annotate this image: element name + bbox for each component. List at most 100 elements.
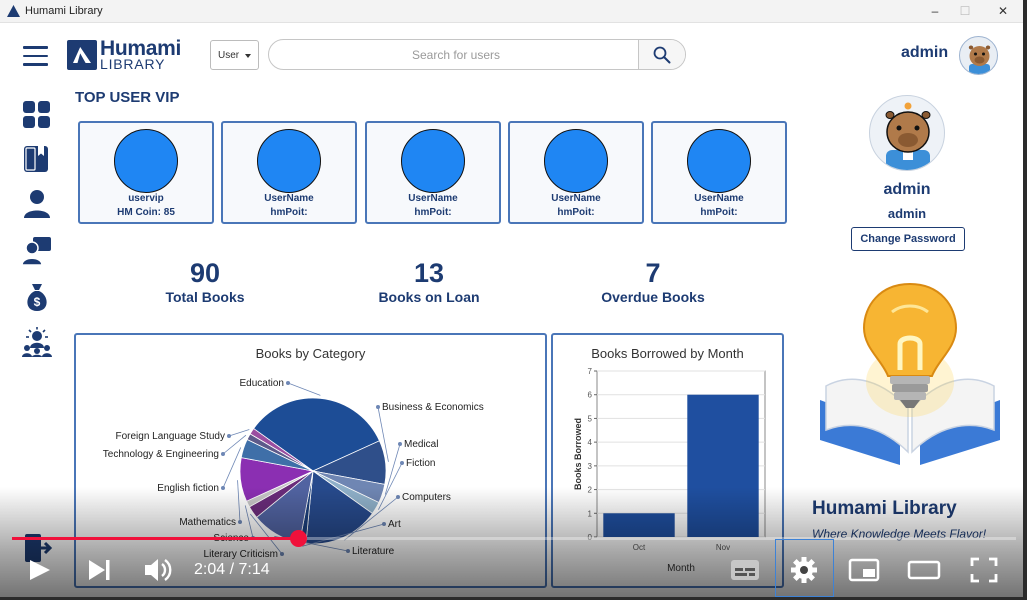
search-box (268, 39, 686, 70)
subtitles-icon[interactable] (729, 553, 761, 587)
pie-label: Medical (404, 439, 438, 450)
y-tick-label: 2 (588, 486, 593, 495)
search-icon (653, 46, 671, 64)
bar (687, 394, 759, 537)
video-progress-played (12, 537, 299, 540)
user-points: hmPoit: (414, 207, 452, 218)
menu-icon[interactable] (23, 46, 48, 66)
bar (603, 513, 675, 537)
top-user-card[interactable]: UserName hmPoit: (221, 121, 357, 224)
stat-overdue-books: 7 Overdue Books (568, 257, 738, 305)
video-time: 2:04 / 7:14 (194, 561, 270, 578)
profile-avatar (869, 95, 945, 171)
close-button[interactable]: ✕ (988, 2, 1018, 21)
settings-gear-icon[interactable] (788, 553, 820, 587)
pie-label: English fiction (157, 483, 219, 494)
pie-label: Literary Criticism (204, 549, 278, 560)
y-tick-label: 1 (588, 509, 593, 518)
stat-total-books: 90 Total Books (120, 257, 290, 305)
search-input[interactable] (281, 46, 631, 64)
change-password-button[interactable]: Change Password (851, 227, 965, 251)
profile-role: admin (887, 206, 927, 221)
user-name: uservip (128, 193, 164, 204)
search-button[interactable] (638, 40, 685, 69)
pie-leader-dot (227, 434, 231, 438)
user-points: hmPoit: (557, 207, 595, 218)
pie-leader-dot (286, 381, 290, 385)
top-user-card[interactable]: uservip HM Coin: 85 (78, 121, 214, 224)
pie-label: Literature (352, 546, 395, 557)
pie-chart: Education Business & Economics Medical Fict… (103, 378, 484, 560)
window-title: Humami Library (25, 5, 103, 17)
top-user-card[interactable]: UserName hmPoit: (651, 121, 787, 224)
library-logo-icon (67, 40, 97, 70)
y-tick-label: 5 (588, 414, 593, 423)
lightbulb-book-illustration (820, 282, 1000, 465)
miniplayer-icon[interactable] (848, 553, 880, 587)
play-icon[interactable] (24, 553, 54, 587)
pie-leader-dot (400, 461, 404, 465)
user-avatar-circle (257, 129, 321, 193)
screen: Humami Library – ☐ ✕ Humami LIBRARY User… (0, 0, 1027, 600)
video-progress-handle[interactable] (289, 530, 307, 547)
app-logo-icon (7, 5, 20, 17)
maximize-button[interactable]: ☐ (950, 2, 980, 21)
user-avatar-circle (401, 129, 465, 193)
pie-leader-line (228, 429, 250, 437)
pie-leader-dot (398, 442, 402, 446)
pie-leader-dot (396, 495, 400, 499)
brand-logo: Humami LIBRARY (67, 37, 189, 72)
pie-label: Foreign Language Study (115, 431, 225, 442)
pie-leader-dot (221, 486, 225, 490)
user-avatar-circle (544, 129, 608, 193)
user-icon[interactable] (21, 188, 53, 220)
money-bag-icon[interactable]: $ (21, 281, 53, 313)
x-axis-label: Month (667, 563, 695, 574)
user-avatar-circle (114, 129, 178, 193)
search-filter-select[interactable]: User (210, 40, 259, 70)
next-icon[interactable] (85, 553, 115, 587)
users-icon[interactable] (21, 235, 53, 267)
stat-label: Overdue Books (601, 289, 705, 305)
team-icon[interactable] (21, 326, 53, 358)
profile-name: admin (883, 181, 931, 198)
capybara-avatar-icon (968, 45, 991, 74)
pie-leader-dot (346, 549, 350, 553)
user-name: UserName (264, 193, 314, 204)
y-tick-label: 3 (588, 462, 593, 471)
y-tick-label: 7 (588, 367, 593, 376)
theater-mode-icon[interactable] (907, 553, 941, 587)
pie-leader-dot (238, 520, 242, 524)
pie-label: Business & Economics (382, 402, 484, 413)
pie-leader-line (237, 480, 241, 523)
y-tick-label: 6 (588, 391, 593, 400)
stat-value: 90 (189, 258, 221, 288)
dashboard-icon[interactable] (21, 99, 53, 131)
app-window: Humami Library – ☐ ✕ Humami LIBRARY User… (0, 0, 1023, 597)
pie-leader-line (222, 447, 242, 489)
y-tick-label: 4 (588, 438, 593, 447)
fullscreen-icon[interactable] (968, 553, 1000, 587)
svg-text:$: $ (34, 295, 41, 309)
search-filter-value: User (218, 50, 240, 61)
user-points: hmPoit: (700, 207, 738, 218)
book-icon[interactable] (21, 143, 53, 175)
header-username[interactable]: admin (901, 44, 948, 62)
top-user-card[interactable]: UserName hmPoit: (365, 121, 501, 224)
pie-label: Fiction (406, 458, 435, 469)
stat-label: Total Books (165, 289, 245, 305)
section-title: TOP USER VIP (75, 89, 180, 106)
volume-icon[interactable] (142, 553, 176, 587)
stat-books-on-loan: 13 Books on Loan (344, 257, 514, 305)
promo-title: Humami Library (812, 498, 957, 519)
top-user-card[interactable]: UserName hmPoit: (508, 121, 644, 224)
pie-leader-dot (280, 552, 284, 556)
capybara-avatar-icon (885, 102, 931, 170)
pie-leader-dot (382, 522, 386, 526)
brand-sub: LIBRARY (100, 56, 166, 72)
y-axis-label: Books Borrowed (573, 418, 583, 490)
stat-label: Books on Loan (378, 289, 480, 305)
minimize-button[interactable]: – (920, 2, 950, 21)
user-name: UserName (551, 193, 601, 204)
avatar[interactable] (959, 36, 998, 75)
